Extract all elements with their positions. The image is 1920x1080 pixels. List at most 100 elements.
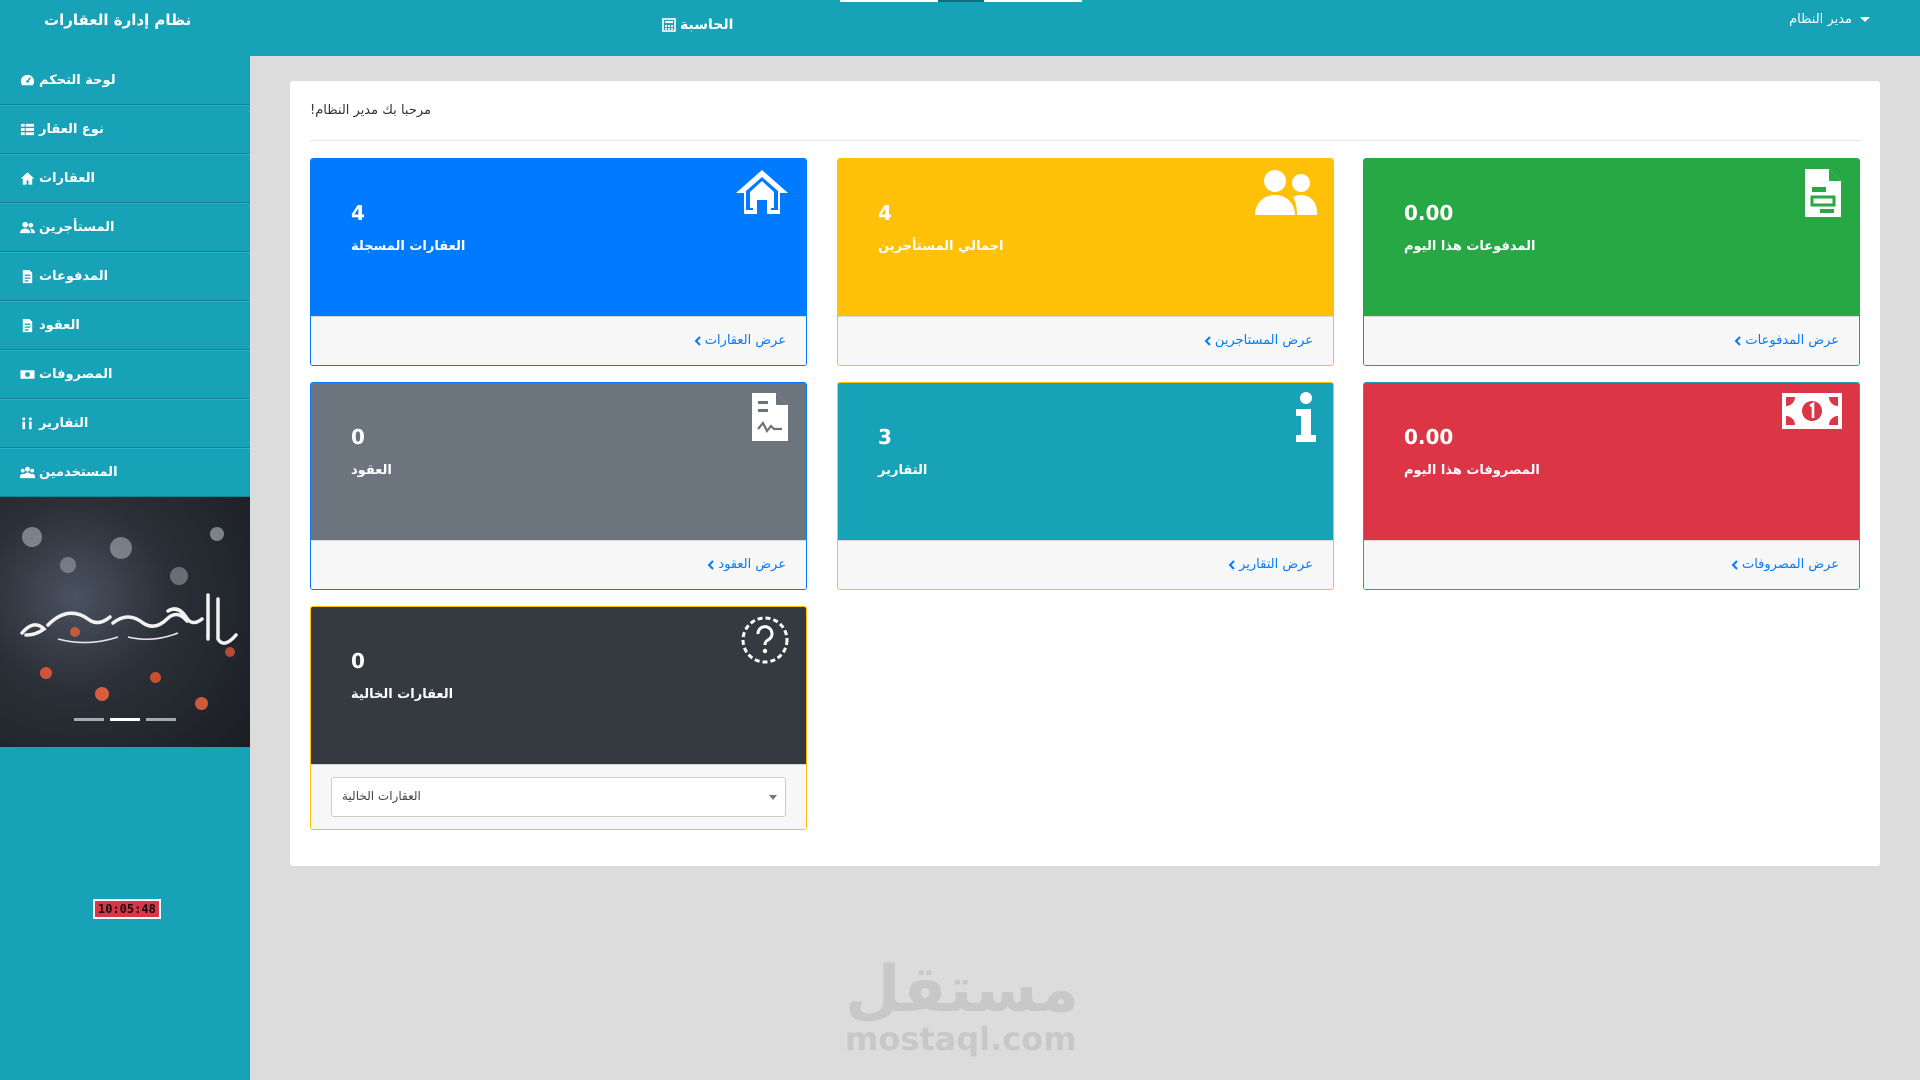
card-footer: عرض العقود (311, 540, 806, 589)
sidebar-item-dashboard[interactable]: لوحة التحكم (0, 56, 250, 105)
chevron-left-icon (1228, 559, 1235, 570)
carousel-dot[interactable] (110, 718, 140, 721)
view-contracts-link[interactable]: عرض العقود (707, 557, 786, 572)
calligraphy-image (20, 593, 238, 645)
card-registered-properties: 4 العقارات المسجلة عرض العقارات (310, 158, 807, 366)
card-label: اجمالي المستأجرين (878, 239, 1004, 254)
card-value: 4 (351, 201, 365, 225)
user-menu-toggle[interactable]: مدير النظام (1789, 12, 1870, 27)
top-navbar: نظام إدارة العقارات الحاسبة مدير النظام (0, 0, 1920, 56)
sidebar-item-property-type[interactable]: نوع العقار (0, 105, 250, 154)
info-icon (22, 417, 32, 430)
card-label: العقارات الخالية (351, 687, 454, 702)
card-value: 4 (878, 201, 892, 225)
sidebar-item-label: نوع العقار (39, 122, 104, 137)
users-icon (20, 466, 35, 479)
calculator-link[interactable]: الحاسبة (662, 17, 733, 33)
sidebar-item-users[interactable]: المستخدمين (0, 448, 250, 497)
sidebar-item-label: العقارات (39, 171, 95, 186)
card-body: 4 العقارات المسجلة (311, 159, 806, 316)
sidebar-item-payments[interactable]: المدفوعات (0, 252, 250, 301)
card-value: 0 (351, 649, 365, 673)
image-carousel[interactable] (0, 497, 250, 747)
card-link-label: عرض المصروفات (1741, 557, 1839, 572)
digital-clock: 10:05:48 (93, 899, 161, 919)
view-reports-link[interactable]: عرض التقارير (1228, 557, 1313, 572)
chevron-left-icon (707, 559, 714, 570)
sidebar-item-properties[interactable]: العقارات (0, 154, 250, 203)
tab-indicator (938, 0, 984, 2)
card-total-tenants: 4 اجمالي المستأجرين عرض المستاجرين (837, 158, 1334, 366)
flower-decoration (110, 537, 132, 559)
divider (310, 140, 1860, 141)
card-body: 4 اجمالي المستأجرين (838, 159, 1333, 316)
money-icon (20, 370, 35, 379)
card-vacant-properties: 0 العقارات الخالية العقارات الخالية (310, 606, 807, 830)
sidebar-item-label: العقود (39, 318, 80, 333)
app-brand[interactable]: نظام إدارة العقارات (44, 11, 191, 29)
view-expenses-link[interactable]: عرض المصروفات (1731, 557, 1839, 572)
sidebar-item-tenants[interactable]: المستأجرين (0, 203, 250, 252)
card-value: 0 (351, 425, 365, 449)
top-tab-indicators (840, 0, 1082, 3)
card-link-label: عرض العقود (718, 557, 786, 572)
card-link-label: عرض التقارير (1239, 557, 1313, 572)
main-panel: !مرحبا بك مدير النظام 4 العقارات المسجلة… (290, 81, 1880, 866)
list-icon (20, 123, 35, 136)
sidebar-item-label: المدفوعات (39, 269, 109, 284)
home-icon (736, 170, 788, 214)
card-footer: عرض المستاجرين (838, 316, 1333, 365)
welcome-message: !مرحبا بك مدير النظام (310, 103, 431, 118)
card-link-label: عرض العقارات (704, 333, 786, 348)
user-name: مدير النظام (1789, 12, 1852, 27)
sidebar-item-expenses[interactable]: المصروفات (0, 350, 250, 399)
watermark-arabic: مستقل (845, 953, 1080, 1027)
card-footer: عرض المدفوعات (1364, 316, 1859, 365)
flower-decoration (60, 557, 76, 573)
card-body: 0 العقود (311, 383, 806, 540)
info-icon (1296, 392, 1316, 442)
card-footer: عرض العقارات (311, 316, 806, 365)
carousel-dot[interactable] (146, 718, 176, 721)
flower-decoration (195, 697, 208, 710)
caret-down-icon (769, 795, 777, 800)
dashboard-icon (20, 74, 35, 85)
chevron-left-icon (1731, 559, 1738, 570)
card-body: 0.00 المدفوعات هذا اليوم (1364, 159, 1859, 316)
sidebar-item-label: المستأجرين (39, 220, 115, 235)
document-icon (22, 269, 33, 284)
watermark: مستقل mostaql.com (845, 953, 1080, 1056)
caret-down-icon (1860, 17, 1870, 22)
card-body: 0 العقارات الخالية (311, 607, 806, 764)
view-tenants-link[interactable]: عرض المستاجرين (1204, 333, 1313, 348)
chevron-left-icon (694, 335, 701, 346)
view-payments-link[interactable]: عرض المدفوعات (1734, 333, 1839, 348)
carousel-dot[interactable] (74, 718, 104, 721)
card-link-label: عرض المستاجرين (1214, 333, 1313, 348)
sidebar-item-reports[interactable]: التقارير (0, 399, 250, 448)
document-icon (22, 318, 33, 333)
flower-decoration (210, 527, 224, 541)
sidebar-item-contracts[interactable]: العقود (0, 301, 250, 350)
card-value: 3 (878, 425, 892, 449)
vacant-properties-select[interactable]: العقارات الخالية (331, 777, 786, 817)
chevron-left-icon (1204, 335, 1211, 346)
home-icon (20, 172, 35, 185)
select-value: العقارات الخالية (342, 789, 421, 803)
question-icon (741, 616, 789, 664)
users-icon (20, 221, 35, 234)
card-label: المدفوعات هذا اليوم (1404, 239, 1536, 254)
flower-decoration (40, 667, 52, 679)
money-icon (1782, 393, 1842, 429)
card-value: 0.00 (1404, 425, 1454, 449)
card-contracts: 0 العقود عرض العقود (310, 382, 807, 590)
flower-decoration (22, 527, 42, 547)
chevron-left-icon (1735, 335, 1742, 346)
view-properties-link[interactable]: عرض العقارات (694, 333, 786, 348)
card-link-label: عرض المدفوعات (1745, 333, 1839, 348)
card-value: 0.00 (1404, 201, 1454, 225)
card-body: 3 التقارير (838, 383, 1333, 540)
tab-indicator (840, 0, 938, 2)
sidebar-item-label: المصروفات (39, 367, 113, 382)
sidebar-item-label: لوحة التحكم (39, 72, 116, 88)
